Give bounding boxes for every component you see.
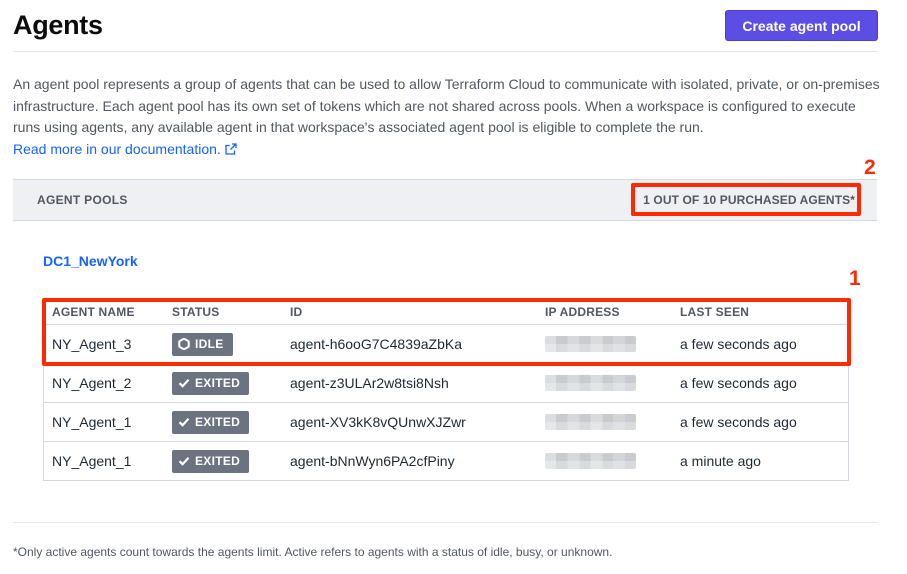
check-icon (178, 457, 190, 466)
status-cell: EXITED (172, 364, 250, 402)
page-title: Agents (13, 10, 103, 40)
ip-address-redacted (545, 364, 636, 402)
agent-id: agent-bNnWyn6PA2cfPiny (290, 453, 455, 469)
annotation-marker-2: 2 (864, 156, 876, 179)
agent-pools-label: AGENT POOLS (37, 193, 128, 207)
documentation-link[interactable]: Read more in our documentation. (13, 141, 237, 157)
description: An agent pool represents a group of agen… (13, 74, 883, 160)
table-row: NY_Agent_2 EXITED agent-z3ULAr2w8tsi8Nsh… (44, 363, 848, 402)
divider (13, 522, 877, 523)
highlight-box-2 (631, 183, 861, 216)
agent-name: NY_Agent_2 (52, 375, 132, 391)
description-text: An agent pool represents a group of agen… (13, 76, 880, 135)
highlight-box-1 (42, 298, 851, 366)
external-link-icon (225, 142, 237, 155)
last-seen: a few seconds ago (680, 375, 797, 391)
page-header: Agents Create agent pool (13, 10, 878, 52)
table-row: NY_Agent_1 EXITED agent-bNnWyn6PA2cfPiny… (44, 441, 848, 480)
redacted-ip (545, 453, 636, 469)
redacted-ip (545, 375, 636, 391)
agent-name: NY_Agent_1 (52, 453, 132, 469)
status-text: EXITED (195, 454, 241, 468)
redacted-ip (545, 414, 636, 430)
agent-pool-link[interactable]: DC1_NewYork (43, 253, 138, 269)
agent-id: agent-z3ULAr2w8tsi8Nsh (290, 375, 449, 391)
table-row: NY_Agent_1 EXITED agent-XV3kK8vQUnwXJZwr… (44, 402, 848, 441)
status-text: EXITED (195, 415, 241, 429)
last-seen: a minute ago (680, 453, 761, 469)
status-text: EXITED (195, 376, 241, 390)
documentation-link-text[interactable]: Read more in our documentation. (13, 141, 221, 157)
status-cell: EXITED (172, 403, 250, 441)
agent-name: NY_Agent_1 (52, 414, 132, 430)
status-badge: EXITED (172, 449, 250, 473)
create-agent-pool-button[interactable]: Create agent pool (725, 10, 878, 41)
status-badge: EXITED (172, 371, 250, 395)
ip-address-redacted (545, 403, 636, 441)
agent-id: agent-XV3kK8vQUnwXJZwr (290, 414, 466, 430)
last-seen: a few seconds ago (680, 414, 797, 430)
annotation-marker-1: 1 (849, 267, 861, 290)
status-cell: EXITED (172, 442, 250, 480)
ip-address-redacted (545, 442, 636, 480)
check-icon (178, 418, 190, 427)
footnote: *Only active agents count towards the ag… (13, 545, 613, 559)
status-badge: EXITED (172, 410, 250, 434)
check-icon (178, 379, 190, 388)
